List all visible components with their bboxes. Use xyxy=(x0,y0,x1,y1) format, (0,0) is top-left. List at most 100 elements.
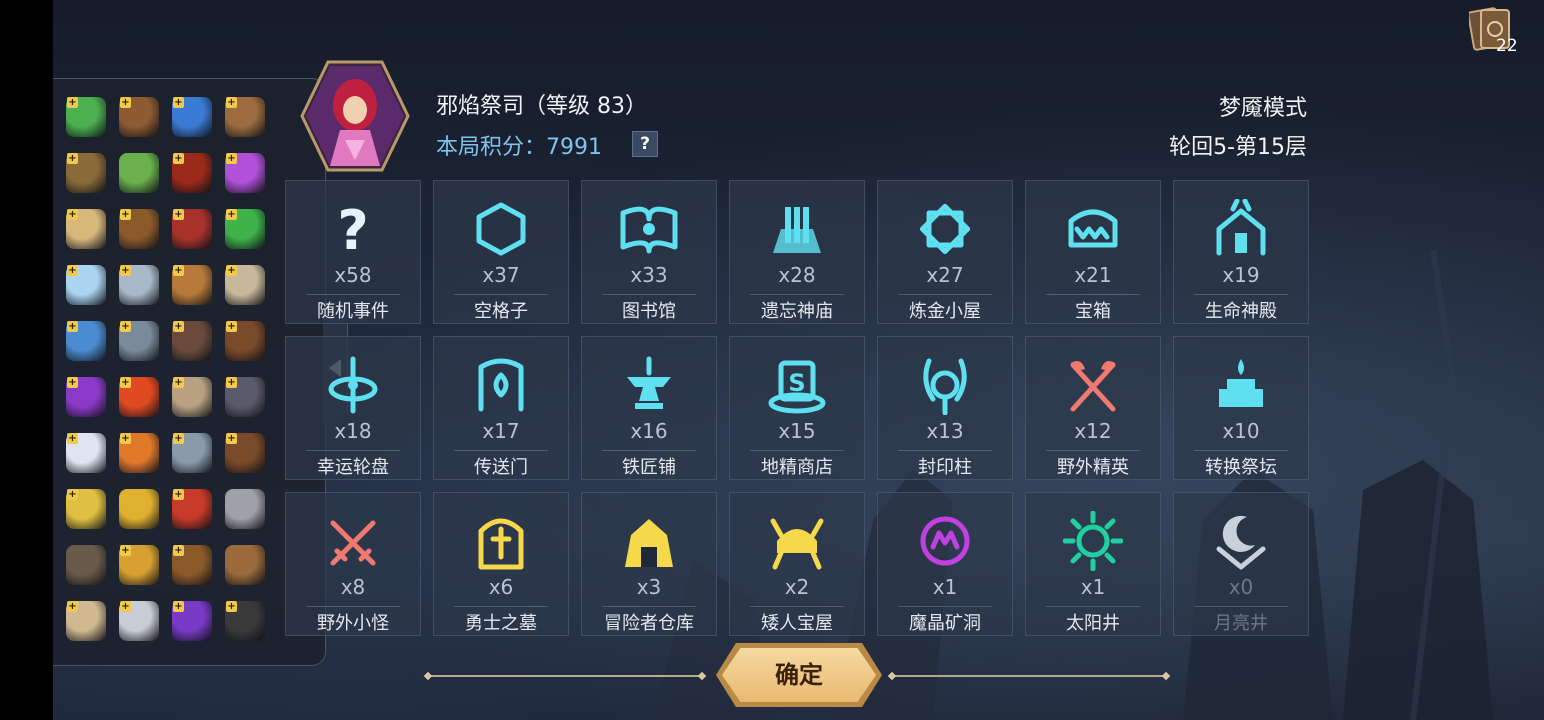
map-tile[interactable]: x3 冒险者仓库 xyxy=(581,492,717,636)
tile-count: x10 xyxy=(1222,419,1260,443)
map-tile[interactable]: x2 矮人宝屋 xyxy=(729,492,865,636)
map-tile[interactable]: x10 转换祭坛 xyxy=(1173,336,1309,480)
inventory-item[interactable]: + xyxy=(218,313,271,369)
tile-label: 勇士之墓 xyxy=(465,613,537,634)
sun-well-icon xyxy=(1063,511,1123,571)
tile-divider xyxy=(1046,450,1140,451)
alchemy-icon xyxy=(919,203,971,255)
map-tile[interactable]: x16 铁匠铺 xyxy=(581,336,717,480)
inventory-item[interactable] xyxy=(112,481,165,537)
inventory-item[interactable]: + xyxy=(165,313,218,369)
map-tile[interactable]: x18 幸运轮盘 xyxy=(285,336,421,480)
inventory-item[interactable]: + xyxy=(165,481,218,537)
tile-label: 炼金小屋 xyxy=(909,301,981,322)
upgrade-plus-icon: + xyxy=(173,433,184,444)
inventory-item[interactable]: + xyxy=(218,369,271,425)
tile-count: x1 xyxy=(1080,575,1106,599)
inventory-item[interactable]: + xyxy=(218,593,271,649)
inventory-item[interactable]: + xyxy=(165,257,218,313)
map-tile[interactable]: x17 传送门 xyxy=(433,336,569,480)
seal-pillar-icon xyxy=(923,358,967,415)
map-tile[interactable]: x1 太阳井 xyxy=(1025,492,1161,636)
inventory-item[interactable]: + xyxy=(59,425,112,481)
upgrade-plus-icon: + xyxy=(173,153,184,164)
tile-count: x27 xyxy=(926,263,964,287)
upgrade-plus-icon: + xyxy=(226,265,237,276)
inventory-item[interactable]: + xyxy=(59,145,112,201)
inventory-item[interactable]: + xyxy=(112,257,165,313)
map-tile[interactable]: ? x58 随机事件 xyxy=(285,180,421,324)
inventory-item[interactable]: + xyxy=(112,89,165,145)
chest-icon xyxy=(1068,209,1118,248)
green-bowl-icon xyxy=(118,153,159,193)
map-tile[interactable]: x1 魔晶矿洞 xyxy=(877,492,1013,636)
crossed-axes-icon xyxy=(1070,361,1116,412)
inventory-item[interactable]: + xyxy=(59,481,112,537)
map-tile[interactable]: x0 月亮井 xyxy=(1173,492,1309,636)
upgrade-plus-icon: + xyxy=(226,601,237,612)
hero-portrait[interactable] xyxy=(300,60,410,172)
tile-divider xyxy=(602,450,696,451)
inventory-grid: + + + + + + + + + + + + + + + + + + + + + + + + + + + + + + + + + + + xyxy=(59,89,271,649)
inventory-item[interactable]: + xyxy=(59,369,112,425)
tile-label: 遗忘神庙 xyxy=(761,301,833,322)
upgrade-plus-icon: + xyxy=(226,153,237,164)
inventory-item[interactable]: + xyxy=(218,425,271,481)
inventory-item[interactable] xyxy=(218,537,271,593)
upgrade-plus-icon: + xyxy=(173,601,184,612)
inventory-item[interactable]: + xyxy=(218,145,271,201)
deck-count: 22 xyxy=(1496,36,1518,56)
upgrade-plus-icon: + xyxy=(120,601,131,612)
confirm-button[interactable]: 确定 xyxy=(722,648,876,702)
score-help-button[interactable]: ? xyxy=(632,131,658,157)
inventory-item[interactable]: + xyxy=(165,201,218,257)
tile-divider xyxy=(306,294,400,295)
inventory-item[interactable]: + xyxy=(112,313,165,369)
inventory-item[interactable]: + xyxy=(112,369,165,425)
map-tile[interactable]: x8 野外小怪 xyxy=(285,492,421,636)
inventory-item[interactable] xyxy=(218,481,271,537)
map-tile[interactable]: x27 炼金小屋 xyxy=(877,180,1013,324)
tile-divider xyxy=(1046,294,1140,295)
map-tile[interactable]: Sx15 地精商店 xyxy=(729,336,865,480)
map-tile[interactable]: x21 宝箱 xyxy=(1025,180,1161,324)
tile-label: 随机事件 xyxy=(317,301,389,322)
map-tile[interactable]: x6 勇士之墓 xyxy=(433,492,569,636)
tile-count: x2 xyxy=(784,575,810,599)
inventory-item[interactable]: + xyxy=(218,201,271,257)
upgrade-plus-icon: + xyxy=(120,97,131,108)
anvil-icon xyxy=(627,356,671,409)
tile-label: 幸运轮盘 xyxy=(317,457,389,478)
inventory-item[interactable] xyxy=(112,145,165,201)
inventory-item[interactable]: + xyxy=(59,313,112,369)
tile-divider xyxy=(898,606,992,607)
inventory-item[interactable]: + xyxy=(165,369,218,425)
inventory-item[interactable]: + xyxy=(112,537,165,593)
inventory-item[interactable]: + xyxy=(59,201,112,257)
map-tile[interactable]: x12 野外精英 xyxy=(1025,336,1161,480)
inventory-item[interactable]: + xyxy=(165,145,218,201)
inventory-item[interactable]: + xyxy=(112,425,165,481)
inventory-item[interactable]: + xyxy=(112,593,165,649)
inventory-item[interactable]: + xyxy=(59,593,112,649)
inventory-item[interactable] xyxy=(59,537,112,593)
map-tile[interactable]: x33 图书馆 xyxy=(581,180,717,324)
svg-text:S: S xyxy=(788,369,805,397)
inventory-item[interactable]: + xyxy=(112,201,165,257)
inventory-item[interactable]: + xyxy=(165,425,218,481)
map-tile[interactable]: x37 空格子 xyxy=(433,180,569,324)
inventory-item[interactable]: + xyxy=(165,89,218,145)
inventory-item[interactable]: + xyxy=(218,257,271,313)
map-tile[interactable]: x28 遗忘神庙 xyxy=(729,180,865,324)
inventory-item[interactable]: + xyxy=(165,593,218,649)
tile-divider xyxy=(1194,450,1288,451)
inventory-item[interactable]: + xyxy=(218,89,271,145)
inventory-item[interactable]: + xyxy=(59,89,112,145)
upgrade-plus-icon: + xyxy=(173,321,184,332)
inventory-item[interactable]: + xyxy=(165,537,218,593)
tile-label: 野外小怪 xyxy=(317,613,389,634)
map-tile[interactable]: x19 生命神殿 xyxy=(1173,180,1309,324)
map-tile[interactable]: x13 封印柱 xyxy=(877,336,1013,480)
upgrade-plus-icon: + xyxy=(226,433,237,444)
inventory-item[interactable]: + xyxy=(59,257,112,313)
